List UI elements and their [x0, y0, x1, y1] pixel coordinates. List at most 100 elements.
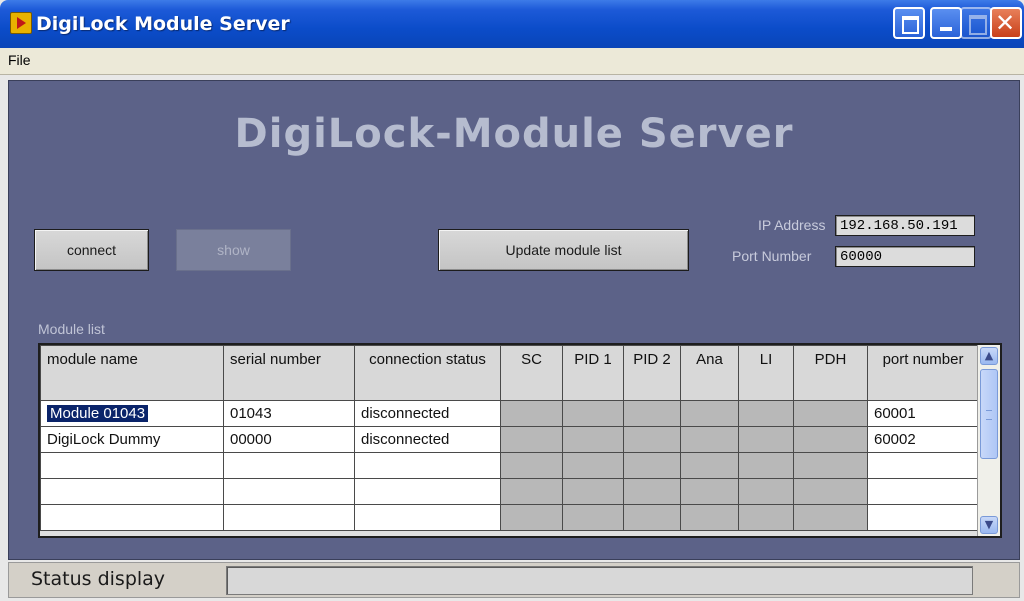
column-header[interactable]: connection status	[354, 345, 501, 401]
table-cell[interactable]: 60001	[867, 400, 979, 427]
table-cell[interactable]: 60002	[867, 426, 979, 453]
column-header[interactable]: module name	[40, 345, 224, 401]
title-bar[interactable]: DigiLock Module Server ✕	[0, 0, 1024, 48]
module-table: module name serial number connection sta…	[40, 345, 979, 531]
table-cell[interactable]: DigiLock Dummy	[40, 426, 224, 453]
status-display-field	[226, 566, 973, 595]
table-cell[interactable]	[354, 504, 501, 531]
table-row[interactable]: Module 01043 01043 disconnected 60001	[40, 400, 979, 427]
table-cell[interactable]	[623, 426, 681, 453]
grip-icon	[986, 410, 992, 420]
table-cell[interactable]	[680, 478, 739, 505]
ip-address-label: IP Address	[758, 217, 826, 233]
menu-bar: File	[0, 48, 1024, 75]
column-header-text: connection status	[369, 351, 486, 368]
main-panel: DigiLock-Module Server connect show Upda…	[8, 80, 1020, 560]
port-number-label: Port Number	[732, 248, 812, 264]
table-cell[interactable]	[223, 452, 355, 479]
table-cell[interactable]	[500, 400, 563, 427]
table-cell[interactable]	[500, 452, 563, 479]
table-cell[interactable]	[680, 504, 739, 531]
menu-file[interactable]: File	[8, 52, 31, 68]
column-header[interactable]: SC	[500, 345, 563, 401]
table-cell[interactable]	[223, 478, 355, 505]
table-cell[interactable]	[738, 452, 794, 479]
port-number-field[interactable]: 60000	[835, 246, 975, 267]
status-display-label: Status display	[31, 568, 166, 590]
table-cell[interactable]	[562, 504, 624, 531]
table-cell[interactable]	[354, 478, 501, 505]
table-cell[interactable]	[793, 426, 868, 453]
table-cell[interactable]	[738, 478, 794, 505]
column-header[interactable]: port number	[867, 345, 979, 401]
scroll-up-icon[interactable]: ▲	[980, 347, 998, 365]
table-cell[interactable]	[500, 504, 563, 531]
update-module-list-button[interactable]: Update module list	[438, 229, 689, 271]
show-button[interactable]: show	[176, 229, 291, 271]
table-cell[interactable]	[40, 452, 224, 479]
table-cell[interactable]	[223, 504, 355, 531]
scroll-thumb[interactable]	[980, 369, 998, 459]
column-header[interactable]: PDH	[793, 345, 868, 401]
column-header[interactable]: PID 2	[623, 345, 681, 401]
table-row[interactable]	[40, 452, 979, 479]
minimize-button[interactable]	[930, 7, 962, 39]
window-title: DigiLock Module Server	[36, 13, 290, 35]
table-cell[interactable]	[500, 478, 563, 505]
table-cell[interactable]	[738, 504, 794, 531]
table-cell[interactable]	[793, 452, 868, 479]
maximize-icon	[969, 15, 987, 35]
table-cell[interactable]	[623, 478, 681, 505]
table-cell[interactable]	[354, 452, 501, 479]
table-cell[interactable]	[500, 426, 563, 453]
table-cell[interactable]	[680, 452, 739, 479]
table-cell[interactable]	[867, 452, 979, 479]
table-cell[interactable]	[867, 478, 979, 505]
table-row[interactable]	[40, 504, 979, 531]
table-cell[interactable]	[623, 400, 681, 427]
table-row[interactable]	[40, 478, 979, 505]
table-cell[interactable]	[738, 426, 794, 453]
table-cell[interactable]: 00000	[223, 426, 355, 453]
column-header-text: port number	[882, 351, 964, 368]
module-list-label: Module list	[38, 321, 105, 337]
table-row[interactable]: DigiLock Dummy 00000 disconnected 60002	[40, 426, 979, 453]
table-cell[interactable]	[793, 400, 868, 427]
table-header-row: module name serial number connection sta…	[40, 345, 979, 401]
close-button[interactable]: ✕	[990, 7, 1022, 39]
table-cell[interactable]	[738, 400, 794, 427]
connect-button[interactable]: connect	[34, 229, 149, 271]
table-cell[interactable]	[867, 504, 979, 531]
table-cell[interactable]	[40, 504, 224, 531]
table-cell[interactable]	[680, 426, 739, 453]
table-cell[interactable]	[562, 478, 624, 505]
table-cell[interactable]	[680, 400, 739, 427]
restore-button[interactable]	[893, 7, 925, 39]
table-cell[interactable]: Module 01043	[40, 400, 224, 427]
column-header[interactable]: PID 1	[562, 345, 624, 401]
close-icon: ✕	[995, 9, 1016, 37]
column-header[interactable]: Ana	[680, 345, 739, 401]
table-cell[interactable]: disconnected	[354, 426, 501, 453]
column-header[interactable]: serial number	[223, 345, 355, 401]
column-header[interactable]: LI	[738, 345, 794, 401]
table-cell[interactable]: 01043	[223, 400, 355, 427]
selected-value: Module 01043	[47, 405, 149, 422]
app-icon	[10, 12, 32, 34]
ip-address-field[interactable]: 192.168.50.191	[835, 215, 975, 236]
module-list-table[interactable]: module name serial number connection sta…	[38, 343, 1002, 538]
table-cell[interactable]	[623, 452, 681, 479]
maximize-button[interactable]	[960, 7, 992, 39]
table-cell[interactable]	[562, 452, 624, 479]
table-cell[interactable]	[562, 400, 624, 427]
scroll-down-icon[interactable]: ▼	[980, 516, 998, 534]
table-cell[interactable]	[793, 504, 868, 531]
table-cell[interactable]: disconnected	[354, 400, 501, 427]
table-cell[interactable]	[562, 426, 624, 453]
table-scrollbar[interactable]: ▲ ▼	[977, 345, 1000, 536]
page-title: DigiLock-Module Server	[234, 111, 794, 157]
table-cell[interactable]	[40, 478, 224, 505]
table-cell[interactable]	[623, 504, 681, 531]
minimize-icon	[940, 27, 952, 31]
table-cell[interactable]	[793, 478, 868, 505]
